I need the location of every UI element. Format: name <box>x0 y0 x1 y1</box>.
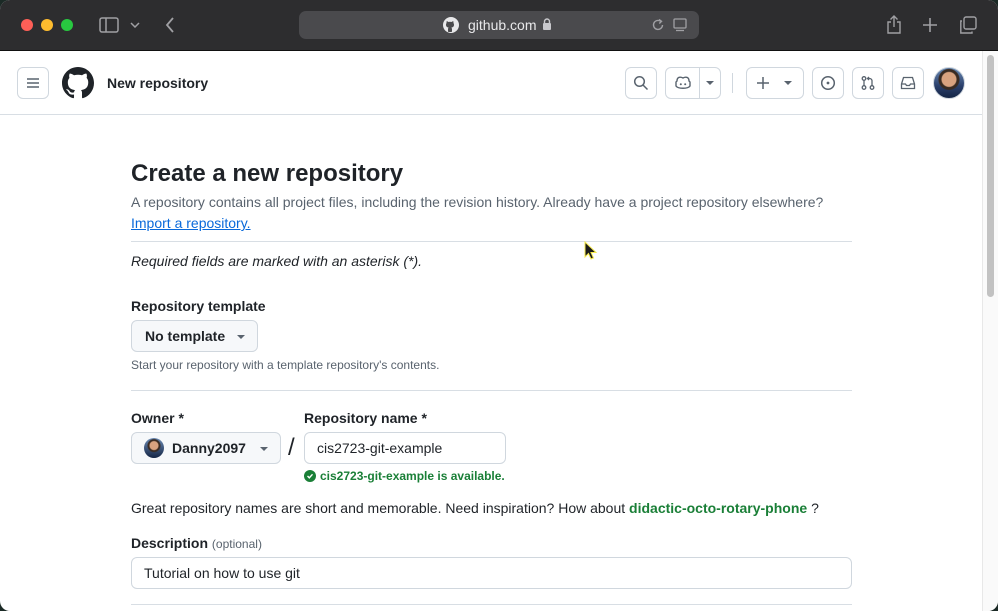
optional-tag: (optional) <box>211 537 262 551</box>
repo-name-input[interactable]: cis2723-git-example <box>304 432 506 464</box>
page-heading: Create a new repository <box>131 160 404 187</box>
owner-value: Danny2097 <box>172 440 246 456</box>
divider <box>131 241 852 242</box>
description-input[interactable]: Tutorial on how to use git <box>131 557 852 589</box>
description-label: Description (optional) <box>131 535 262 553</box>
browser-window: github.com New repository Create a new r… <box>0 0 998 611</box>
chevron-down-icon[interactable] <box>706 81 714 85</box>
lock-icon <box>543 18 551 30</box>
url-domain: github.com <box>468 17 537 33</box>
zoom-window-button[interactable] <box>61 19 73 31</box>
sidebar-toggle-icon[interactable] <box>97 13 121 37</box>
chevron-down-icon[interactable] <box>127 13 143 37</box>
page-title: New repository <box>107 75 209 91</box>
availability-text: cis2723-git-example is available. <box>320 469 505 483</box>
plus-icon <box>757 77 769 89</box>
avatar[interactable] <box>933 67 965 99</box>
menu-button[interactable] <box>17 67 49 99</box>
scrollbar[interactable] <box>982 51 998 611</box>
search-button[interactable] <box>625 67 657 99</box>
github-header: New repository <box>0 51 982 115</box>
import-repository-link[interactable]: Import a repository. <box>131 215 251 231</box>
reader-icon[interactable] <box>673 18 687 32</box>
pull-requests-button[interactable] <box>852 67 884 99</box>
divider <box>131 604 852 605</box>
chevron-down-icon <box>260 447 268 451</box>
name-suggestion: Great repository names are short and mem… <box>131 500 819 517</box>
inbox-button[interactable] <box>892 67 924 99</box>
template-label: Repository template <box>131 298 266 314</box>
new-tab-icon[interactable] <box>921 13 939 37</box>
address-bar[interactable]: github.com <box>299 11 699 39</box>
intro-text: A repository contains all project files,… <box>131 192 831 234</box>
create-new-button[interactable] <box>746 67 804 99</box>
tab-overview-icon[interactable] <box>958 13 978 37</box>
template-selected: No template <box>145 328 226 344</box>
scroll-thumb[interactable] <box>987 55 994 297</box>
browser-toolbar: github.com <box>0 0 998 51</box>
divider <box>131 390 852 391</box>
header-divider <box>732 73 733 93</box>
suggestion-end: ? <box>811 500 819 516</box>
chevron-down-icon <box>784 81 792 85</box>
suggestion-text: Great repository names are short and mem… <box>131 500 626 516</box>
share-icon[interactable] <box>885 13 903 37</box>
github-logo-icon[interactable] <box>62 67 94 99</box>
suggested-name-link[interactable]: didactic-octo-rotary-phone <box>629 500 807 516</box>
owner-avatar <box>144 438 164 458</box>
pull-request-icon <box>861 76 875 90</box>
search-icon <box>633 75 649 91</box>
availability-status: cis2723-git-example is available. <box>304 469 505 483</box>
intro-description: A repository contains all project files,… <box>131 194 824 210</box>
hamburger-icon <box>27 78 39 88</box>
issue-icon <box>820 75 836 91</box>
repo-name-label: Repository name * <box>304 410 427 426</box>
template-note: Start your repository with a template re… <box>131 358 440 372</box>
issues-button[interactable] <box>812 67 844 99</box>
back-icon[interactable] <box>162 13 178 37</box>
template-select[interactable]: No template <box>131 320 258 352</box>
owner-repo-separator: / <box>288 434 295 461</box>
github-favicon-icon <box>443 17 459 33</box>
description-label-text: Description <box>131 535 209 551</box>
inbox-icon <box>900 76 916 90</box>
required-fields-note: Required fields are marked with an aster… <box>131 253 423 269</box>
minimize-window-button[interactable] <box>41 19 53 31</box>
copilot-icon <box>675 76 691 89</box>
copilot-button[interactable] <box>665 67 721 99</box>
mouse-cursor-icon <box>584 241 598 260</box>
reload-icon[interactable] <box>651 18 665 32</box>
check-circle-icon <box>304 470 316 482</box>
close-window-button[interactable] <box>21 19 33 31</box>
owner-select[interactable]: Danny2097 <box>131 432 281 464</box>
owner-label: Owner * <box>131 410 184 426</box>
chevron-down-icon <box>237 335 245 339</box>
